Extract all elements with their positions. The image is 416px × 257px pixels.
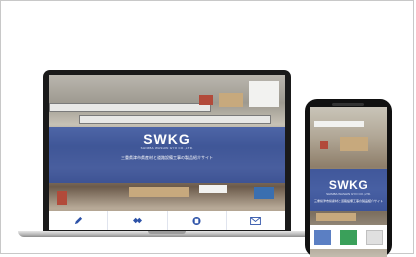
red-object [57,191,67,205]
laptop-screen: SWKG SHIMBA WASHIN GYO CO.,LTD. 三重県津市県産材… [49,75,285,230]
bottom-nav [49,211,285,230]
wood-board [129,187,189,197]
brand-subtitle: SHIMBA WASHIN GYO CO.,LTD. [326,192,371,196]
feature-tile[interactable] [365,229,383,245]
nav-item-document[interactable] [168,211,227,230]
hero-tagline: 三重県津市県産材と道路設備工事の製品紹介サイト [121,155,213,160]
machine-part [199,95,213,105]
pencil-icon [74,216,82,225]
machine-rail [49,103,211,112]
brand-logo: SWKG [328,178,369,192]
nav-item-mail[interactable] [227,211,285,230]
cardboard-box [219,93,243,107]
phone-speaker [332,103,364,106]
machine-rail [79,115,271,124]
blue-bin [254,187,274,199]
document-icon [192,216,201,225]
brand-logo: SWKG [143,131,191,147]
mail-icon [250,216,262,225]
feature-tiles [310,225,387,249]
handshake-icon [132,217,142,224]
nav-item-handshake[interactable] [108,211,168,230]
cardboard-box [340,137,368,151]
nav-item-pencil[interactable] [49,211,109,230]
feature-tile[interactable] [314,229,332,245]
hero-tagline: 三重県津市県産材と道路設備工事の製品紹介サイト [313,199,383,203]
machine-part [320,141,328,149]
laptop-notch [148,231,186,234]
machine-rail [314,121,364,127]
feature-tile[interactable] [339,229,357,245]
wood-board [316,213,356,221]
machine-panel [249,81,279,107]
brand-subtitle: SHIMBA WASHIN GYO CO.,LTD. [140,146,194,150]
work-table [199,185,227,193]
phone-screen: SWKG SHIMBA WASHIN GYO CO.,LTD. 三重県津市県産材… [310,107,387,257]
